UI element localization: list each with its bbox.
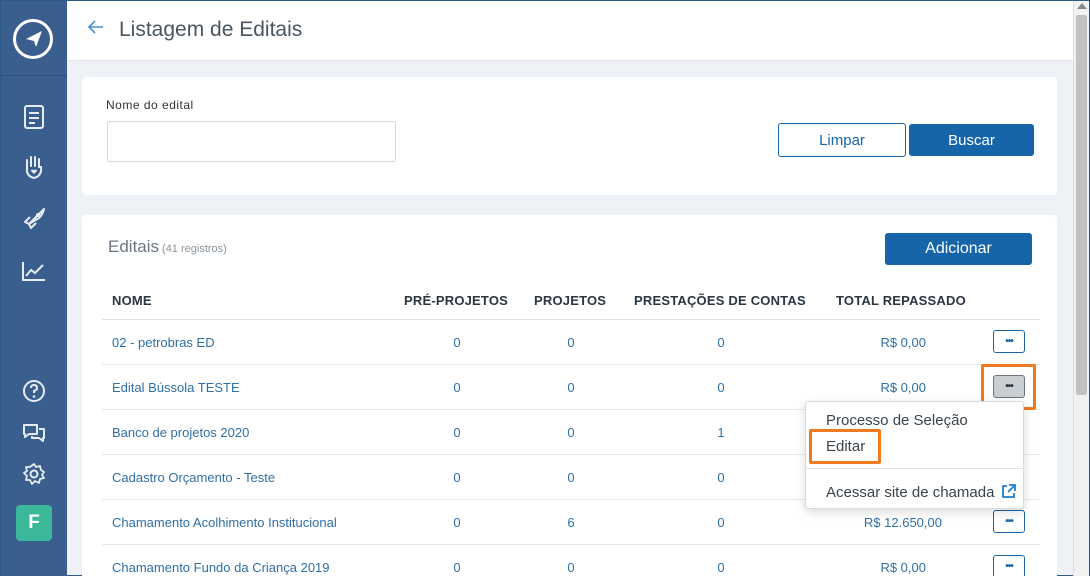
row-more-options-button[interactable]: ••• — [993, 330, 1025, 353]
menu-item-open-call-site-label: Acessar site de chamada — [826, 484, 995, 501]
row-projects: 0 — [567, 425, 575, 440]
list-title-text: Editais — [108, 237, 160, 256]
row-accountability: 0 — [717, 470, 725, 485]
row-more-options-button[interactable]: ••• — [993, 510, 1025, 533]
row-accountability: 0 — [717, 335, 725, 350]
menu-item-selection-process[interactable]: Processo de Seleção — [826, 412, 968, 429]
menu-divider — [806, 468, 1023, 469]
row-projects: 6 — [567, 515, 575, 530]
row-projects: 0 — [567, 380, 575, 395]
row-pre-projects: 0 — [453, 380, 461, 395]
column-header-name[interactable]: NOME — [112, 293, 152, 308]
row-accountability: 0 — [717, 380, 725, 395]
page-header: Listagem de Editais — [67, 1, 1073, 61]
sidebar: F — [1, 1, 67, 576]
row-pre-projects: 0 — [453, 335, 461, 350]
list-count: (41 registros) — [162, 243, 227, 255]
row-accountability: 0 — [717, 560, 725, 575]
hand-heart-icon[interactable] — [20, 153, 48, 181]
back-arrow-icon[interactable] — [87, 18, 105, 41]
row-total: R$ 0,00 — [880, 335, 926, 350]
row-pre-projects: 0 — [453, 470, 461, 485]
gear-icon[interactable] — [20, 460, 48, 488]
row-pre-projects: 0 — [453, 515, 461, 530]
document-icon[interactable] — [20, 103, 48, 131]
scrollbar[interactable] — [1073, 1, 1089, 576]
external-link-icon — [1001, 484, 1016, 503]
sidebar-divider — [1, 75, 67, 76]
list-title: Editais (41 registros) — [108, 237, 227, 257]
row-projects: 0 — [567, 470, 575, 485]
row-name-link[interactable]: Cadastro Orçamento - Teste — [112, 470, 275, 485]
column-header-total-transferred[interactable]: TOTAL REPASSADO — [836, 293, 966, 308]
chat-icon[interactable] — [20, 419, 48, 447]
avatar[interactable]: F — [16, 505, 52, 541]
row-name-link[interactable]: 02 - petrobras ED — [112, 335, 215, 350]
field-label: Nome do edital — [106, 98, 194, 112]
row-name-link[interactable]: Chamamento Fundo da Criança 2019 — [112, 560, 330, 575]
chart-icon[interactable] — [20, 257, 48, 285]
edit-item-highlight — [809, 429, 881, 464]
row-name-link[interactable]: Edital Bússola TESTE — [112, 380, 240, 395]
row-projects: 0 — [567, 560, 575, 575]
row-projects: 0 — [567, 335, 575, 350]
scroll-thumb[interactable] — [1076, 15, 1087, 395]
clear-button[interactable]: Limpar — [778, 123, 906, 157]
table-row: Chamamento Fundo da Criança 2019 0 0 0 R… — [102, 545, 1040, 576]
search-button[interactable]: Buscar — [909, 124, 1034, 156]
row-total: R$ 0,00 — [880, 560, 926, 575]
edital-name-input[interactable] — [107, 121, 396, 162]
row-pre-projects: 0 — [453, 425, 461, 440]
column-header-accountability[interactable]: PRESTAÇÕES DE CONTAS — [634, 293, 806, 308]
help-icon[interactable] — [20, 377, 48, 405]
filter-card: Nome do edital Limpar Buscar — [82, 77, 1057, 195]
add-button[interactable]: Adicionar — [885, 233, 1032, 265]
row-name-link[interactable]: Chamamento Acolhimento Institucional — [112, 515, 337, 530]
row-accountability: 1 — [717, 425, 725, 440]
row-more-options-button[interactable]: ••• — [993, 555, 1025, 576]
editais-list-card: Editais (41 registros) Adicionar NOME PRÉ… — [82, 215, 1057, 576]
row-accountability: 0 — [717, 515, 725, 530]
row-total: R$ 12.650,00 — [863, 515, 942, 530]
scroll-up-arrow-icon[interactable] — [1077, 3, 1087, 9]
rocket-icon[interactable] — [20, 205, 48, 233]
page-title: Listagem de Editais — [119, 18, 303, 41]
column-header-pre-projects[interactable]: PRÉ-PROJETOS — [404, 293, 508, 308]
row-pre-projects: 0 — [453, 560, 461, 575]
row-total: R$ 0,00 — [880, 380, 926, 395]
menu-item-open-call-site[interactable]: Acessar site de chamada — [826, 484, 1016, 503]
row-name-link[interactable]: Banco de projetos 2020 — [112, 425, 249, 440]
column-header-projects[interactable]: PROJETOS — [534, 293, 606, 308]
table-row: 02 - petrobras ED 0 0 0 R$ 0,00 ••• — [102, 320, 1040, 365]
compass-logo-icon[interactable] — [13, 19, 53, 59]
